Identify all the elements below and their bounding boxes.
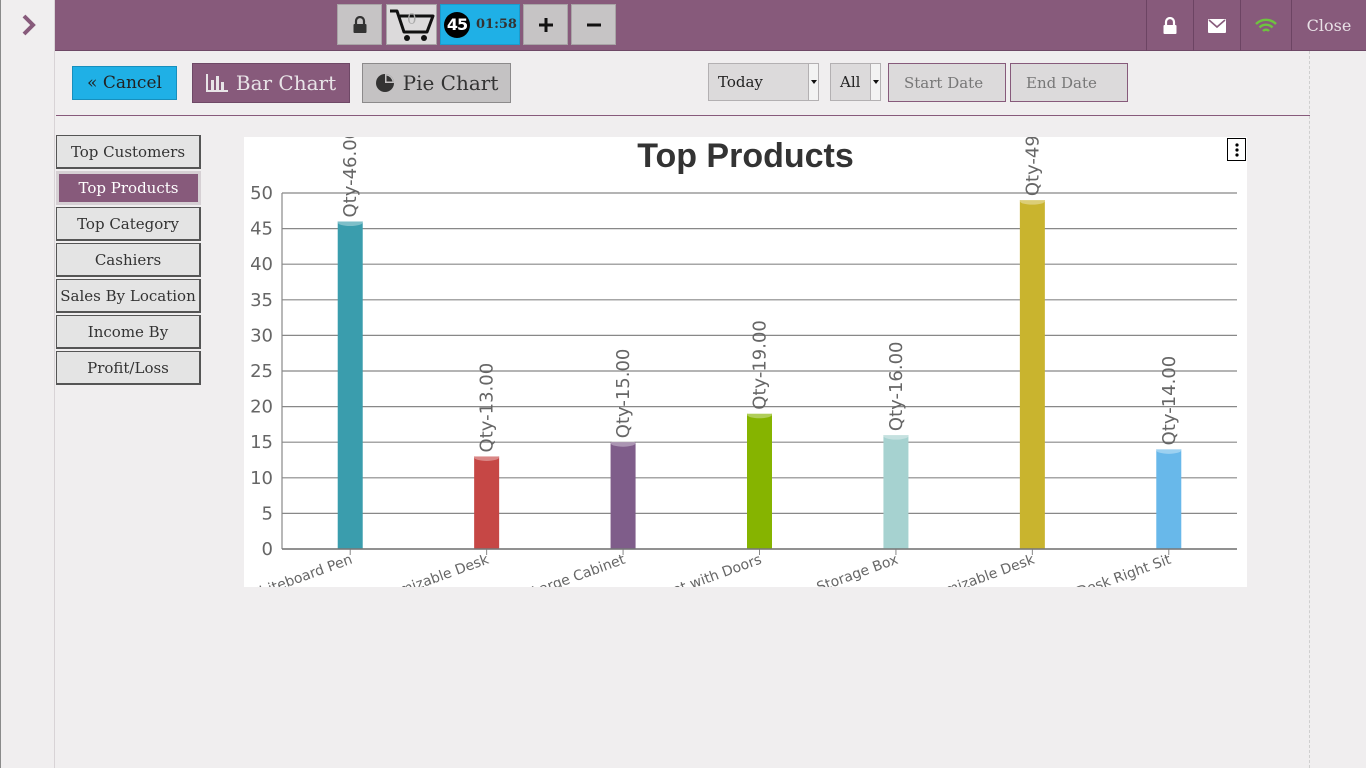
minus-icon bbox=[586, 23, 601, 26]
close-button[interactable]: Close bbox=[1291, 0, 1366, 51]
data-label: Qty-19.00 bbox=[750, 320, 771, 410]
pie-chart-icon bbox=[375, 74, 394, 92]
messages-button[interactable] bbox=[1193, 0, 1240, 51]
y-tick-label: 15 bbox=[250, 432, 273, 453]
bar-cap bbox=[883, 432, 909, 440]
left-strip bbox=[0, 0, 55, 768]
chart-container: Top Products 0 5 10 15 20 25 30 35 40 45 50 Qty-46.… bbox=[244, 137, 1247, 587]
data-label: Qty-46.00 bbox=[340, 137, 361, 217]
period-select[interactable]: Today bbox=[708, 63, 819, 101]
lock-icon bbox=[353, 15, 366, 33]
end-date-input[interactable]: End Date bbox=[1010, 63, 1128, 102]
bar-cap bbox=[1019, 197, 1045, 205]
cart-count: 0 bbox=[407, 10, 417, 28]
y-tick-label: 5 bbox=[262, 503, 273, 524]
bar bbox=[610, 442, 636, 549]
y-tick-label: 35 bbox=[250, 290, 273, 311]
menu-item-profit-loss[interactable]: Profit/Loss bbox=[56, 351, 201, 385]
bar bbox=[474, 456, 500, 549]
bar-cap bbox=[1156, 446, 1182, 454]
bar bbox=[1156, 449, 1182, 549]
chevron-right-icon bbox=[22, 14, 36, 36]
bar-cap bbox=[747, 411, 772, 419]
cart-button[interactable]: 0 bbox=[386, 4, 437, 45]
x-tick-label: Customizable Desk bbox=[360, 551, 492, 587]
bar-chart: 05101520253035404550 Qty-46.00Whiteboard … bbox=[245, 137, 1237, 587]
y-tick-label: 0 bbox=[262, 539, 273, 560]
add-order-button[interactable] bbox=[523, 4, 568, 45]
dropdown-arrow-icon bbox=[870, 64, 880, 100]
start-date-input[interactable]: Start Date bbox=[888, 63, 1006, 102]
data-label: Qty-15.00 bbox=[613, 349, 634, 439]
menu-item-income-by[interactable]: Income By bbox=[56, 315, 201, 349]
filter-select[interactable]: All bbox=[830, 63, 881, 101]
wifi-icon bbox=[1255, 18, 1277, 32]
main-area: « Cancel Bar Chart Pie Chart Today All S… bbox=[56, 51, 1310, 768]
connection-status[interactable] bbox=[1240, 0, 1291, 51]
data-label: Qty-14.00 bbox=[1159, 356, 1180, 446]
bar bbox=[337, 221, 363, 549]
order-number-badge: 45 bbox=[444, 11, 470, 38]
envelope-icon bbox=[1208, 18, 1226, 33]
remove-order-button[interactable] bbox=[571, 4, 616, 45]
plus-icon bbox=[538, 17, 553, 32]
lock-screen-button[interactable] bbox=[1146, 0, 1193, 51]
bar-cap bbox=[337, 218, 363, 226]
divider bbox=[56, 115, 1310, 116]
bar-cap bbox=[610, 439, 636, 447]
y-tick-label: 10 bbox=[250, 468, 273, 489]
bar bbox=[747, 413, 772, 549]
bar-chart-label: Bar Chart bbox=[235, 71, 337, 95]
y-tick-label: 50 bbox=[250, 183, 273, 204]
pie-chart-button[interactable]: Pie Chart bbox=[362, 63, 511, 103]
bar bbox=[883, 435, 909, 549]
y-tick-label: 30 bbox=[250, 325, 273, 346]
menu-item-cashiers[interactable]: Cashiers bbox=[56, 243, 201, 277]
y-tick-label: 20 bbox=[250, 397, 273, 418]
menu-item-top-category[interactable]: Top Category bbox=[56, 207, 201, 241]
menu-item-sales-by-location[interactable]: Sales By Location bbox=[56, 279, 201, 313]
bar bbox=[1019, 200, 1045, 549]
bar-chart-icon bbox=[205, 74, 228, 92]
x-tick-label: Cabinet with Doors bbox=[633, 552, 764, 587]
filter-select-value: All bbox=[840, 73, 861, 91]
order-tab[interactable]: 45 01:58 bbox=[440, 4, 520, 45]
menu-item-top-products[interactable]: Top Products bbox=[56, 171, 201, 205]
x-tick-label: Corner Desk Right Sit bbox=[1026, 552, 1173, 587]
bar-chart-button[interactable]: Bar Chart bbox=[192, 63, 350, 103]
data-label: Qty-16.00 bbox=[886, 341, 907, 431]
menu-item-top-customers[interactable]: Top Customers bbox=[56, 135, 201, 169]
dropdown-arrow-icon bbox=[808, 64, 818, 100]
y-tick-label: 25 bbox=[250, 361, 273, 382]
y-tick-label: 45 bbox=[250, 219, 273, 240]
y-tick-label: 40 bbox=[250, 254, 273, 275]
x-tick-label: Customizable Desk bbox=[905, 551, 1037, 587]
top-bar: 0 45 01:58 Close bbox=[55, 0, 1366, 51]
x-tick-label: Storage Box bbox=[815, 552, 901, 587]
bar-cap bbox=[474, 453, 500, 461]
x-tick-label: Large Cabinet bbox=[530, 552, 628, 587]
order-time: 01:58 bbox=[476, 17, 517, 32]
expand-sidebar-button[interactable] bbox=[1, 0, 56, 50]
lock-button[interactable] bbox=[337, 4, 382, 45]
lock-icon bbox=[1163, 16, 1177, 34]
data-label: Qty-13.00 bbox=[477, 363, 498, 453]
data-label: Qty-49.00 bbox=[1022, 137, 1043, 196]
cancel-button[interactable]: « Cancel bbox=[72, 66, 177, 100]
period-select-value: Today bbox=[718, 73, 763, 91]
pie-chart-label: Pie Chart bbox=[402, 71, 499, 95]
